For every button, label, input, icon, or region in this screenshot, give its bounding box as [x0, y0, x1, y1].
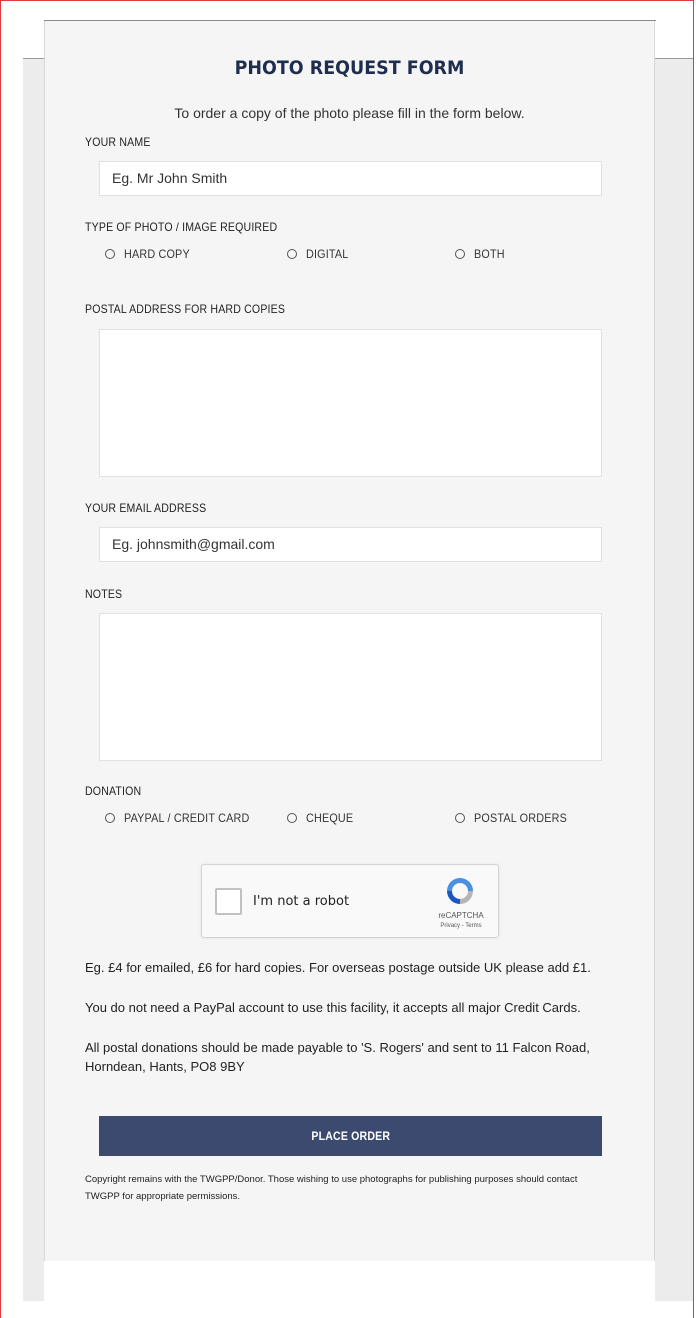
- name-placeholder: Eg. Mr John Smith: [112, 170, 228, 186]
- radio-both[interactable]: BOTH: [455, 247, 508, 261]
- radio-cheque[interactable]: CHEQUE: [287, 811, 359, 825]
- page-background-left: [23, 58, 44, 1301]
- radio-paypal[interactable]: PAYPAL / CREDIT CARD: [105, 811, 263, 825]
- radio-hard-copy[interactable]: HARD COPY: [105, 247, 197, 261]
- recaptcha-checkbox[interactable]: [215, 888, 242, 915]
- copyright-notice: Copyright remains with the TWGPP/Donor. …: [85, 1174, 578, 1202]
- place-order-button[interactable]: PLACE ORDER: [99, 1116, 602, 1156]
- email-label: YOUR EMAIL ADDRESS: [85, 501, 207, 515]
- postal-donation-info: All postal donations should be made paya…: [85, 1040, 590, 1074]
- paypal-info: You do not need a PayPal account to use …: [85, 1000, 581, 1015]
- place-order-label: PLACE ORDER: [311, 1129, 390, 1143]
- radio-label: HARD COPY: [124, 247, 190, 261]
- radio-label: CHEQUE: [306, 811, 354, 825]
- recaptcha-logo-icon: [447, 878, 473, 904]
- radio-label: DIGITAL: [306, 247, 349, 261]
- radio-circle-icon[interactable]: [105, 249, 115, 259]
- radio-label: BOTH: [474, 247, 505, 261]
- email-placeholder: Eg. johnsmith@gmail.com: [112, 536, 275, 552]
- notes-textarea[interactable]: [99, 613, 602, 761]
- name-input[interactable]: Eg. Mr John Smith: [99, 161, 602, 196]
- radio-circle-icon[interactable]: [455, 249, 465, 259]
- radio-circle-icon[interactable]: [455, 813, 465, 823]
- notes-label: NOTES: [85, 587, 123, 601]
- email-input[interactable]: Eg. johnsmith@gmail.com: [99, 527, 602, 562]
- radio-circle-icon[interactable]: [105, 813, 115, 823]
- recaptcha-label: I'm not a robot: [253, 894, 350, 909]
- radio-label: PAYPAL / CREDIT CARD: [124, 811, 250, 825]
- recaptcha-brand: reCAPTCHA: [438, 911, 484, 920]
- photo-type-label: TYPE OF PHOTO / IMAGE REQUIRED: [85, 220, 278, 234]
- form-title: PHOTO REQUEST FORM: [234, 57, 465, 79]
- radio-circle-icon[interactable]: [287, 249, 297, 259]
- page-background-right: [655, 58, 693, 1301]
- form-intro: To order a copy of the photo please fill…: [174, 105, 525, 121]
- radio-postal-orders[interactable]: POSTAL ORDERS: [455, 811, 577, 825]
- radio-digital[interactable]: DIGITAL: [287, 247, 353, 261]
- recaptcha-terms-link[interactable]: Privacy - Terms: [422, 923, 500, 929]
- radio-circle-icon[interactable]: [287, 813, 297, 823]
- photo-request-form: PHOTO REQUEST FORM To order a copy of th…: [44, 21, 655, 1261]
- postal-address-textarea[interactable]: [99, 329, 602, 477]
- radio-label: POSTAL ORDERS: [474, 811, 567, 825]
- postal-address-label: POSTAL ADDRESS FOR HARD COPIES: [85, 302, 286, 316]
- recaptcha-widget: I'm not a robot reCAPTCHA Privacy - Term…: [201, 864, 499, 938]
- donation-label: DONATION: [85, 784, 142, 798]
- pricing-info: Eg. £4 for emailed, £6 for hard copies. …: [85, 960, 591, 975]
- name-label: YOUR NAME: [85, 135, 151, 149]
